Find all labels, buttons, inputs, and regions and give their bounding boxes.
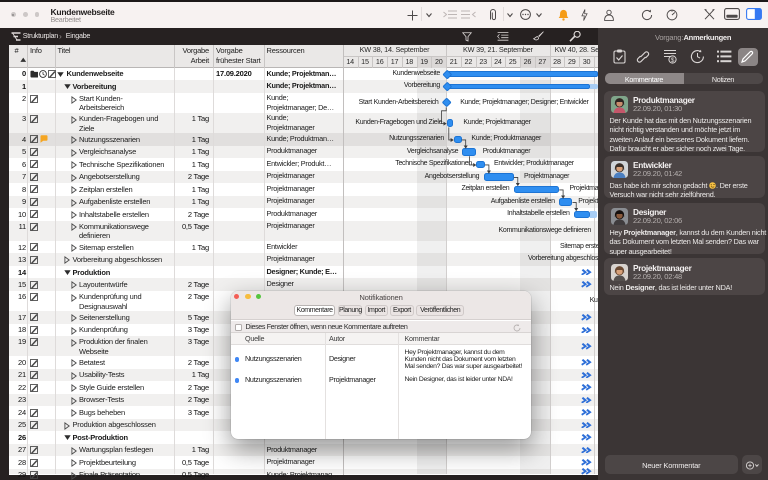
svg-text:$: $ — [671, 57, 675, 64]
